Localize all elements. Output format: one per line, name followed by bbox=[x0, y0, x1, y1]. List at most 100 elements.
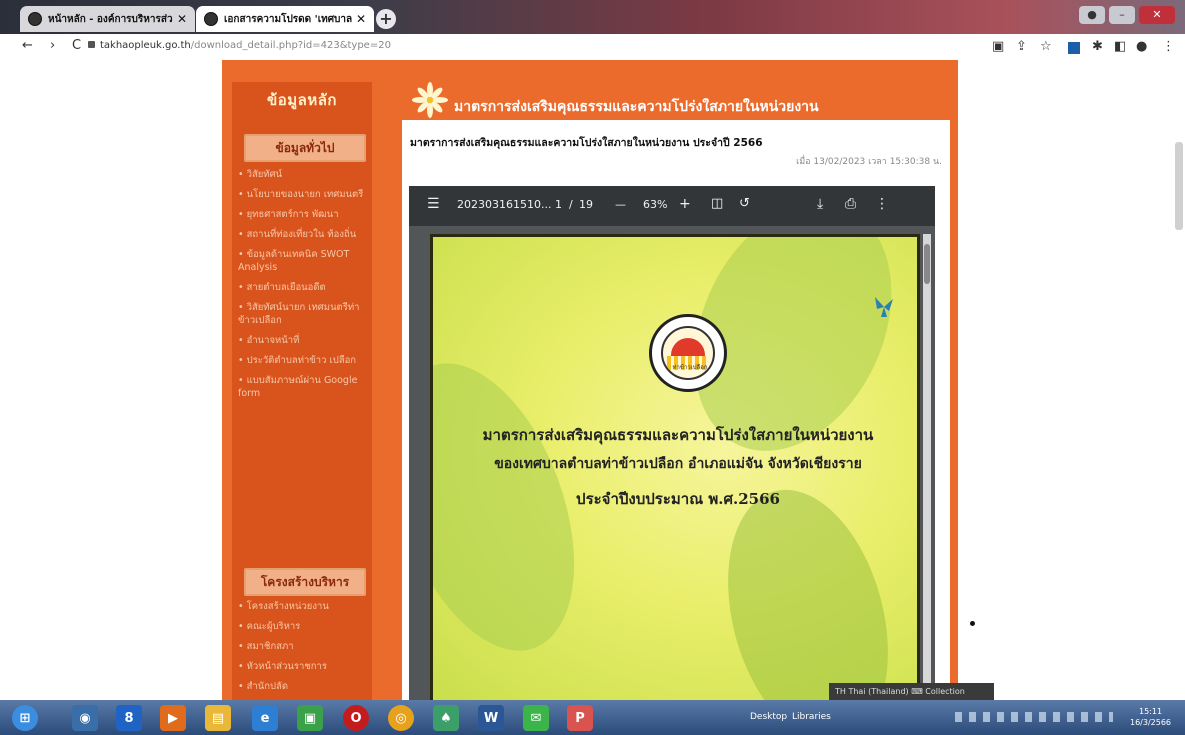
extensions-puzzle-icon[interactable]: ✱ bbox=[1092, 39, 1103, 54]
browser-tab-strip: หน้าหลัก - องค์การบริหารส่วนต... ✕ เอกสา… bbox=[0, 0, 1185, 34]
pdf-menu-icon[interactable]: ☰ bbox=[427, 196, 440, 212]
pdf-viewer: ☰ 202303161510... 1 / 19 — 63% + ◫ ↺ ⤓ ⎙… bbox=[409, 186, 935, 700]
libraries-toolbar-label[interactable]: Libraries bbox=[792, 712, 831, 722]
tab-document[interactable]: เอกสารความโปรดด 'เทศบาลตำบล ✕ bbox=[196, 6, 374, 32]
site-favicon-icon bbox=[28, 12, 42, 26]
sidebar-link[interactable]: โครงสร้างหน่วยงาน bbox=[238, 600, 368, 613]
sidebar-link[interactable]: วิสัยทัศน์นายก เทศมนตรีท่าข้าวเปลือก bbox=[238, 301, 368, 327]
url-path: /download_detail.php?id=423&type=20 bbox=[190, 40, 391, 51]
sidebar-link[interactable]: ยุทธศาสตร์การ พัฒนา bbox=[238, 208, 368, 221]
media-player-icon[interactable]: ▶ bbox=[160, 705, 186, 731]
page-scrollbar-thumb[interactable] bbox=[1175, 142, 1183, 230]
sidebar-title: ข้อมูลหลัก bbox=[266, 91, 337, 109]
new-tab-button[interactable]: + bbox=[376, 9, 396, 29]
tab-home[interactable]: หน้าหลัก - องค์การบริหารส่วนต... ✕ bbox=[20, 6, 195, 32]
translate-icon[interactable]: ▣ bbox=[992, 39, 1004, 54]
sidebar-link[interactable]: คณะผู้บริหาร bbox=[238, 620, 368, 633]
fit-page-icon[interactable]: ◫ bbox=[711, 196, 723, 211]
mouse-pointer-dot bbox=[970, 621, 975, 626]
document-date: เมื่อ 13/02/2023 เวลา 15:30:38 น. bbox=[796, 157, 942, 167]
document-title: มาตราการส่งเสริมคุณธรรมและความโปร่งใสภาย… bbox=[410, 137, 763, 149]
pdf-more-icon[interactable]: ⋮ bbox=[875, 196, 889, 212]
sidebar-link[interactable]: สำนักปลัด bbox=[238, 680, 368, 693]
butterfly-icon bbox=[875, 297, 893, 317]
reload-icon[interactable]: C bbox=[72, 38, 81, 53]
pdf-doc-line-1: มาตรการส่งเสริมคุณธรรมและความโปร่งใสภายใ… bbox=[482, 426, 874, 444]
flower-icon bbox=[412, 82, 448, 118]
window-controls: ● – ✕ bbox=[1079, 6, 1175, 24]
url-host: takhaopleuk.go.th bbox=[100, 40, 191, 51]
pdf-zoom-level[interactable]: 63% bbox=[643, 198, 667, 211]
pdf-scroll-thumb[interactable] bbox=[924, 244, 930, 284]
app-leaf-icon[interactable]: ♠ bbox=[433, 705, 459, 731]
admin-structure-heading: โครงสร้างบริหาร bbox=[244, 568, 366, 596]
address-bar-row: ← › C takhaopleuk.go.th/download_detail.… bbox=[0, 34, 1185, 60]
system-tray-icons[interactable] bbox=[955, 712, 1113, 722]
taskbar-clock[interactable]: 15:11 16/3/2566 bbox=[1130, 706, 1171, 728]
rising-sun-icon bbox=[671, 338, 705, 356]
close-tab-icon[interactable]: ✕ bbox=[177, 12, 187, 26]
sidebar-link[interactable]: วิสัยทัศน์ bbox=[238, 168, 368, 181]
sidebar-link[interactable]: นโยบายของนายก เทศมนตรี bbox=[238, 188, 368, 201]
sidebar-link[interactable]: สายตำบลเยือนอดีต bbox=[238, 281, 368, 294]
pdf-page-separator: / bbox=[569, 198, 573, 211]
start-button-icon[interactable]: ⊞ bbox=[12, 705, 38, 731]
language-bar-tooltip: TH Thai (Thailand) ⌨ Collection bbox=[829, 683, 994, 701]
side-panel-icon[interactable]: ◧ bbox=[1114, 39, 1126, 54]
general-info-heading: ข้อมูลทั่วไป bbox=[244, 134, 366, 162]
pdf-page-total: 19 bbox=[579, 198, 593, 211]
seal-caption: ท่าข้าวเปลือก bbox=[672, 364, 708, 371]
general-info-list: วิสัยทัศน์นโยบายของนายก เทศมนตรียุทธศาสต… bbox=[238, 168, 368, 407]
close-window-button[interactable]: ✕ bbox=[1139, 6, 1175, 24]
app-8-icon[interactable]: 8 bbox=[116, 705, 142, 731]
print-icon[interactable]: ⎙ bbox=[845, 196, 856, 212]
windows-taskbar: ⊞ ◉ 8 ▶ ▤ e ▣ O ◎ ♠ W ✉ P Desktop Librar… bbox=[0, 700, 1185, 735]
site-content: ข้อมูลหลัก ข้อมูลทั่วไป วิสัยทัศน์นโยบาย… bbox=[222, 60, 958, 700]
profile-avatar-icon[interactable]: ● bbox=[1136, 39, 1147, 54]
minimize-button[interactable]: – bbox=[1109, 6, 1135, 24]
pdf-zoom-in-button[interactable]: + bbox=[679, 196, 691, 212]
pdf-doc-line-3: ประจำปีงบประมาณ พ.ศ.2566 bbox=[576, 490, 780, 508]
pdf-page-input[interactable]: 1 bbox=[555, 198, 562, 211]
pdf-toolbar: ☰ 202303161510... 1 / 19 — 63% + ◫ ↺ ⤓ ⎙… bbox=[409, 186, 935, 226]
opera-icon[interactable]: O bbox=[343, 705, 369, 731]
sidebar-link[interactable]: อำนาจหน้าที่ bbox=[238, 334, 368, 347]
forward-icon[interactable]: › bbox=[50, 38, 55, 53]
app-p-icon[interactable]: P bbox=[567, 705, 593, 731]
sidebar-link[interactable]: แบบสัมภาษณ์ผ่าน Google form bbox=[238, 374, 368, 400]
pdf-filename: 202303161510... bbox=[457, 198, 552, 211]
lock-icon bbox=[88, 41, 95, 48]
seal-emblem: ท่าข้าวเปลือก bbox=[661, 326, 715, 380]
profile-button[interactable]: ● bbox=[1079, 6, 1105, 24]
line-icon[interactable]: ✉ bbox=[523, 705, 549, 731]
sidebar-link[interactable]: ประวัติตำบลท่าข้าว เปลือก bbox=[238, 354, 368, 367]
pdf-zoom-out-button[interactable]: — bbox=[615, 198, 626, 211]
download-icon[interactable]: ⤓ bbox=[817, 196, 823, 212]
document-panel: มาตราการส่งเสริมคุณธรรมและความโปร่งใสภาย… bbox=[402, 120, 950, 700]
back-icon[interactable]: ← bbox=[22, 38, 33, 53]
tab-title: หน้าหลัก - องค์การบริหารส่วนต... bbox=[48, 13, 173, 25]
internet-explorer-icon[interactable]: e bbox=[252, 705, 278, 731]
word-icon[interactable]: W bbox=[478, 705, 504, 731]
browser-menu-icon[interactable]: ⋮ bbox=[1162, 39, 1175, 54]
extension-icon[interactable] bbox=[1068, 42, 1080, 54]
municipality-seal: ท่าข้าวเปลือก bbox=[649, 314, 727, 392]
site-favicon-icon bbox=[204, 12, 218, 26]
chrome-icon[interactable]: ◎ bbox=[388, 705, 414, 731]
desktop-toolbar-label[interactable]: Desktop bbox=[750, 712, 787, 722]
sidebar-link[interactable]: สถานที่ท่องเที่ยวใน ท้องถิ่น bbox=[238, 228, 368, 241]
clock-date: 16/3/2566 bbox=[1130, 718, 1172, 727]
share-icon[interactable]: ⇪ bbox=[1016, 39, 1027, 54]
pdf-scrollbar[interactable] bbox=[923, 234, 931, 700]
sidebar-link[interactable]: สมาชิกสภา bbox=[238, 640, 368, 653]
bookmark-star-icon[interactable]: ☆ bbox=[1040, 39, 1052, 54]
sidebar-link[interactable]: ข้อมูลด้านเทคนิค SWOT Analysis bbox=[238, 248, 368, 274]
sidebar-link[interactable]: หัวหน้าส่วนราชการ bbox=[238, 660, 368, 673]
rotate-icon[interactable]: ↺ bbox=[739, 196, 750, 211]
app-green-icon[interactable]: ▣ bbox=[297, 705, 323, 731]
admin-structure-list: โครงสร้างหน่วยงานคณะผู้บริหารสมาชิกสภาหั… bbox=[238, 600, 368, 700]
firefox-icon[interactable]: ◉ bbox=[72, 705, 98, 731]
file-explorer-icon[interactable]: ▤ bbox=[205, 705, 231, 731]
close-tab-icon[interactable]: ✕ bbox=[356, 12, 366, 26]
url-field[interactable]: takhaopleuk.go.th/download_detail.php?id… bbox=[100, 40, 391, 51]
